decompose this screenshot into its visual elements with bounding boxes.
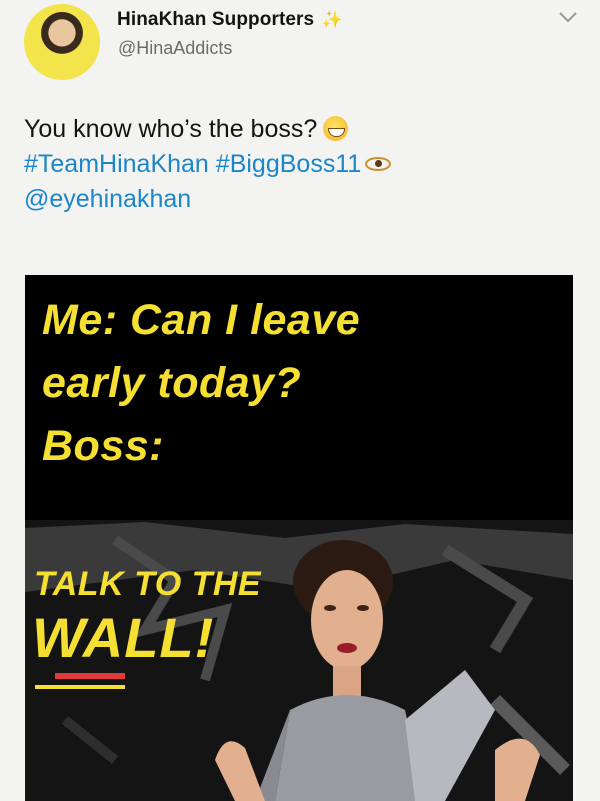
- display-name[interactable]: HinaKhan Supporters ✨: [117, 9, 343, 31]
- meme-caption: Me: Can I leave early today? Boss:: [42, 289, 360, 478]
- tweet-line-3: @eyehinakhan: [24, 182, 584, 217]
- display-name-text[interactable]: HinaKhan Supporters: [117, 9, 314, 30]
- chevron-down-icon[interactable]: [558, 10, 578, 24]
- tweet-line-2: #TeamHinaKhan #BiggBoss11: [24, 147, 584, 182]
- hashtag-teamhinakhan[interactable]: #TeamHinaKhan: [24, 150, 209, 178]
- tweet-text: You know who’s the boss? #TeamHinaKhan #…: [24, 112, 584, 217]
- tweet-line-1: You know who’s the boss?: [24, 112, 584, 147]
- poster-title-line-2: WALL!: [32, 606, 215, 669]
- poster-red-stripe: [55, 673, 125, 679]
- hashtag-biggboss11[interactable]: #BiggBoss11: [216, 150, 361, 178]
- meme-caption-line-2: early today?: [42, 359, 302, 407]
- poster-yellow-stripe: [35, 685, 125, 689]
- tweet-sentence: You know who’s the boss?: [24, 115, 318, 143]
- grinning-emoji-icon: [323, 116, 349, 141]
- mention-eyehinakhan[interactable]: @eyehinakhan: [24, 185, 191, 213]
- eye-icon: [365, 157, 392, 171]
- tweet-header: HinaKhan Supporters ✨ @HinaAddicts: [0, 0, 600, 90]
- sparkles-icon: ✨: [321, 10, 343, 29]
- user-handle[interactable]: @HinaAddicts: [118, 38, 232, 59]
- poster-title-line-1: TALK TO THE: [34, 565, 262, 603]
- tweet-media-image[interactable]: Me: Can I leave early today? Boss: TALK …: [25, 275, 573, 801]
- avatar[interactable]: [24, 4, 100, 80]
- meme-caption-line-1: Me: Can I leave: [42, 296, 361, 344]
- meme-caption-line-3: Boss:: [42, 422, 164, 470]
